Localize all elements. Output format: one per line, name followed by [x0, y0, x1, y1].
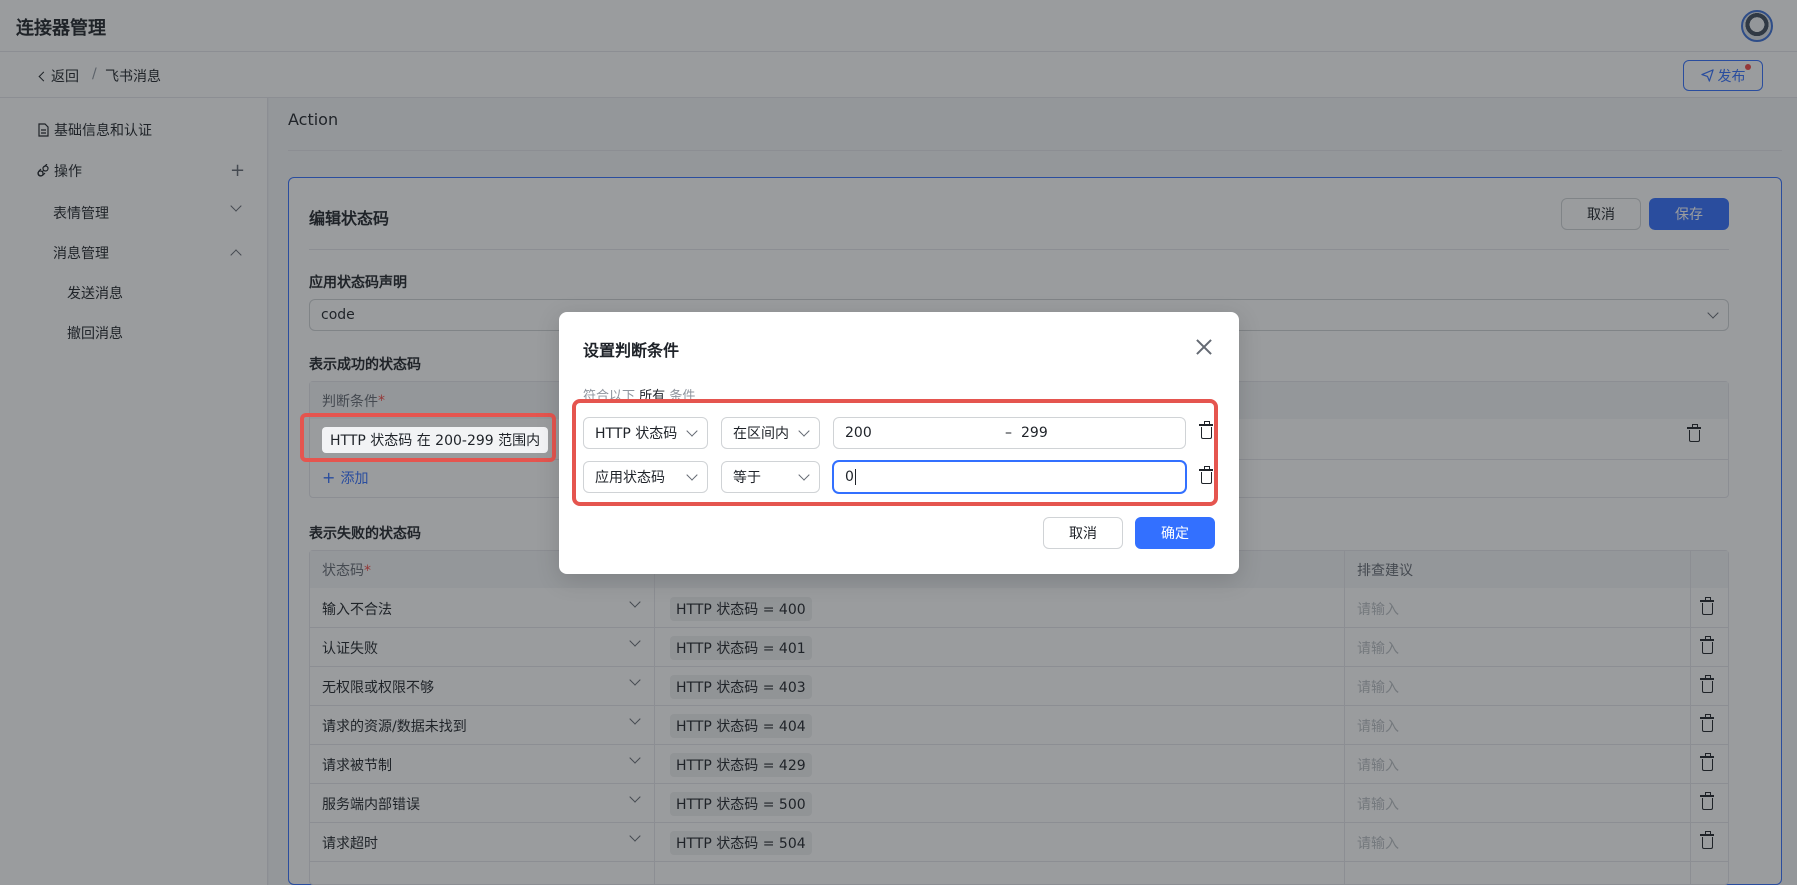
modal-cancel-button[interactable]: 取消	[1043, 517, 1123, 549]
highlight-frame	[300, 413, 556, 462]
modal-title: 设置判断条件	[583, 341, 680, 360]
close-icon[interactable]	[1194, 337, 1214, 357]
highlight-frame	[572, 399, 1218, 506]
modal-confirm-button[interactable]: 确定	[1135, 517, 1215, 549]
